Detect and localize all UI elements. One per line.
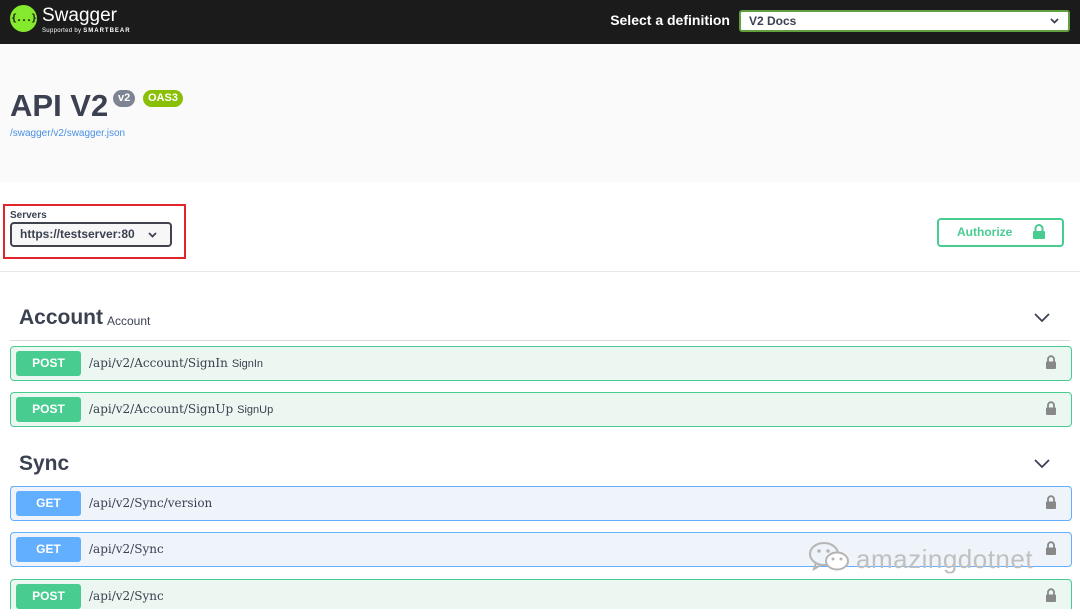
chevron-down-icon[interactable] xyxy=(1034,310,1050,328)
servers-value: https://testserver:80 xyxy=(20,227,135,241)
definition-value: V2 Docs xyxy=(749,14,797,28)
chevron-down-icon xyxy=(1049,12,1060,36)
logo-title: Swagger xyxy=(42,5,117,26)
top-bar: {...} Swagger Supported by SMARTBEAR Sel… xyxy=(0,0,1080,44)
tag-description: Account xyxy=(107,314,151,328)
lock-icon[interactable] xyxy=(1045,588,1057,608)
chevron-down-icon[interactable] xyxy=(1034,456,1050,474)
watermark: amazingdotnet xyxy=(808,540,1033,579)
tag-header-account[interactable]: Account Account xyxy=(10,296,1070,341)
operation-post-account-signup[interactable]: POST /api/v2/Account/SignUp SignUp xyxy=(10,392,1072,427)
swagger-logo-icon: {...} xyxy=(10,5,37,32)
version-badge: v2 xyxy=(113,90,136,107)
operation-summary: SignIn xyxy=(231,358,264,370)
definition-select[interactable]: V2 Docs xyxy=(739,10,1070,32)
operation-path: /api/v2/Sync xyxy=(89,542,164,556)
method-badge: POST xyxy=(16,397,81,422)
api-title: API V2 xyxy=(10,88,109,123)
logo-subtitle: Supported by SMARTBEAR xyxy=(42,28,131,34)
lock-icon xyxy=(1032,224,1046,249)
operation-post-account-signin[interactable]: POST /api/v2/Account/SignIn SignIn xyxy=(10,346,1072,381)
servers-label: Servers xyxy=(10,210,47,221)
section-divider xyxy=(0,271,1080,272)
operation-path: /api/v2/Account/SignUp xyxy=(89,402,234,416)
spec-url-link[interactable]: /swagger/v2/swagger.json xyxy=(10,128,125,139)
watermark-text: amazingdotnet xyxy=(856,544,1034,574)
servers-select[interactable]: https://testserver:80 xyxy=(10,222,172,247)
lock-icon[interactable] xyxy=(1045,541,1057,561)
operation-path: /api/v2/Sync xyxy=(89,589,164,603)
tag-name: Account xyxy=(19,306,103,329)
tag-header-sync[interactable]: Sync xyxy=(10,442,1070,487)
info-section: API V2 v2 OAS3 /swagger/v2/swagger.json xyxy=(0,44,1080,182)
lock-icon[interactable] xyxy=(1045,401,1057,421)
authorize-button[interactable]: Authorize xyxy=(937,218,1064,247)
wechat-icon xyxy=(808,540,850,579)
oas-badge: OAS3 xyxy=(143,90,183,107)
operation-path: /api/v2/Sync/version xyxy=(89,496,213,510)
swagger-logo[interactable]: {...} Swagger Supported by SMARTBEAR xyxy=(10,5,131,34)
operation-post-sync[interactable]: POST /api/v2/Sync xyxy=(10,579,1072,609)
method-badge: GET xyxy=(16,537,81,562)
method-badge: POST xyxy=(16,351,81,376)
operation-get-sync-version[interactable]: GET /api/v2/Sync/version xyxy=(10,486,1072,521)
definition-label: Select a definition xyxy=(610,12,730,28)
lock-icon[interactable] xyxy=(1045,495,1057,515)
operation-path: /api/v2/Account/SignIn xyxy=(89,356,228,370)
chevron-down-icon xyxy=(147,224,158,253)
tag-name: Sync xyxy=(19,452,70,475)
lock-icon[interactable] xyxy=(1045,355,1057,375)
operation-summary: SignUp xyxy=(237,404,274,416)
method-badge: POST xyxy=(16,584,81,609)
method-badge: GET xyxy=(16,491,81,516)
